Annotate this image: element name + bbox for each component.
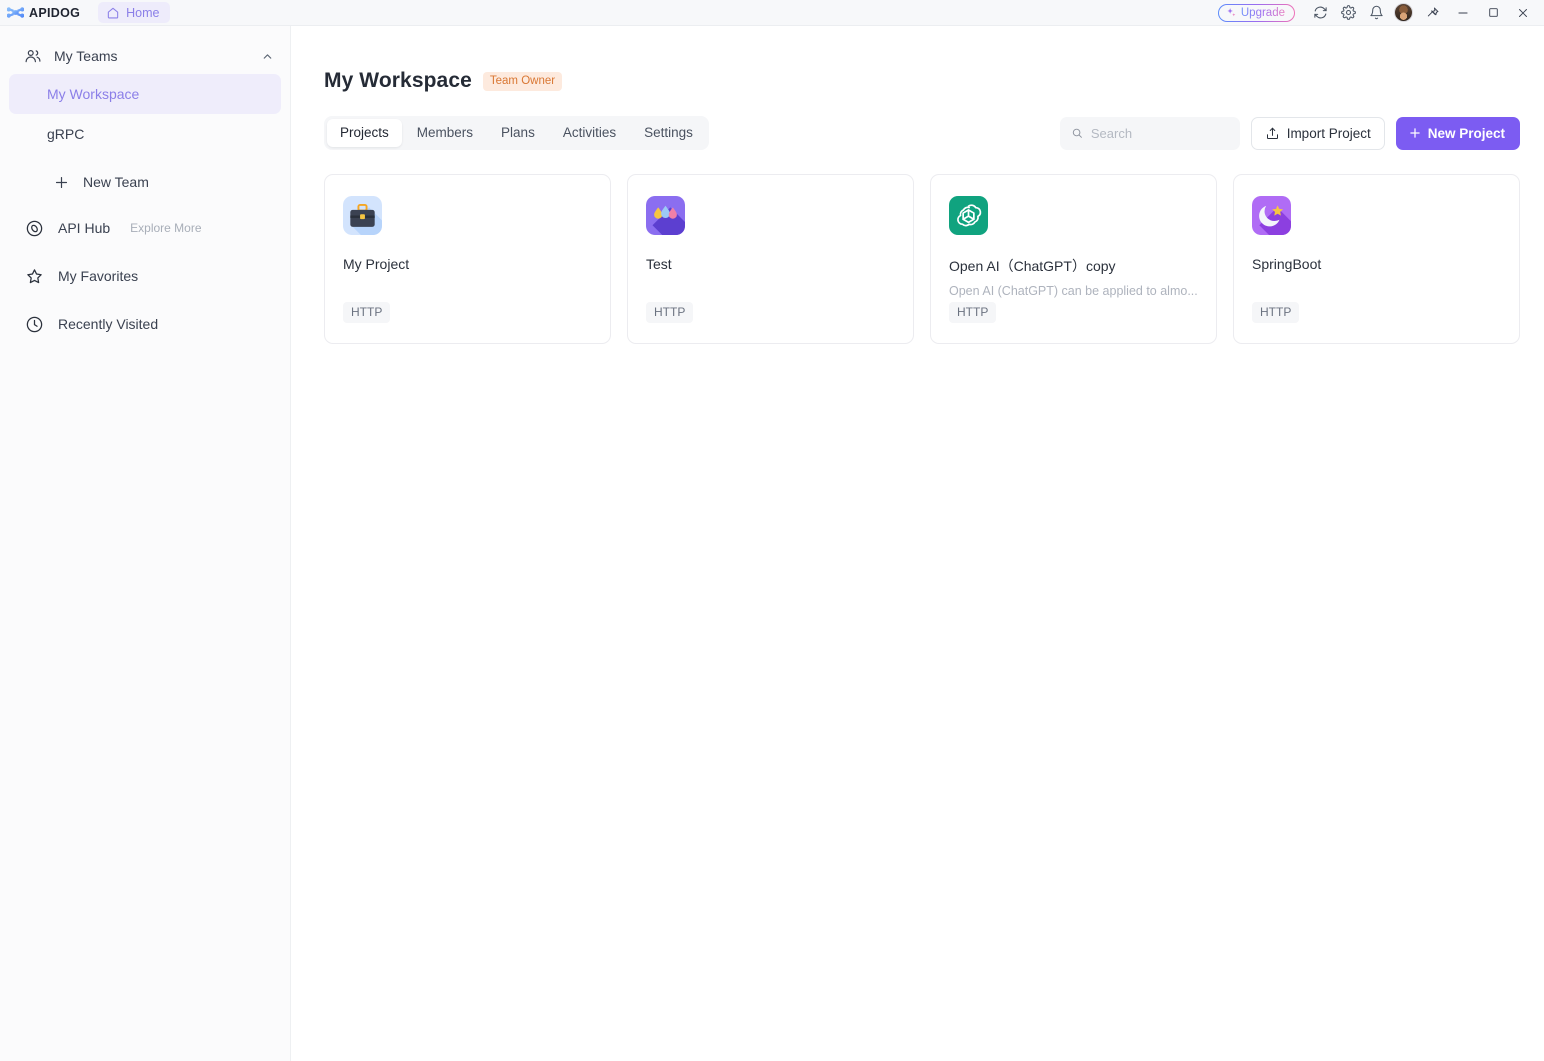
droplets-icon — [646, 196, 685, 235]
project-name: Open AI（ChatGPT）copy — [949, 258, 1116, 274]
openai-icon — [949, 196, 988, 235]
sidebar-item-label: My Favorites — [58, 268, 139, 284]
star-icon — [27, 268, 42, 283]
import-project-button[interactable]: Import Project — [1250, 116, 1385, 150]
team-icon — [25, 50, 41, 63]
app-brand: APIDOG — [0, 4, 80, 21]
status-badge: Team Owner — [482, 71, 563, 91]
gear-icon[interactable] — [1334, 0, 1362, 26]
new-project-label: New Project — [1427, 125, 1505, 141]
minimize-icon[interactable] — [1448, 0, 1478, 26]
project-card-grid: My Project HTTP Test HTTP Open AI（ChatGP… — [291, 150, 1544, 344]
titlebar-actions: Upgrade — [1218, 0, 1544, 26]
tab-projects[interactable]: Projects — [327, 119, 402, 147]
sidebar-item-label: API Hub — [58, 220, 111, 236]
page-title: My Workspace — [324, 69, 472, 92]
sidebar-item-my-favorites[interactable]: My Favorites — [9, 254, 281, 298]
plus-icon — [1410, 128, 1420, 138]
project-card[interactable]: My Project HTTP — [324, 174, 611, 344]
sidebar-item-label: My Workspace — [47, 86, 140, 102]
import-project-label: Import Project — [1286, 125, 1371, 141]
new-project-button[interactable]: New Project — [1395, 116, 1520, 150]
title-bar: APIDOG Home Upgrade — [0, 0, 1544, 26]
plus-icon — [55, 176, 68, 188]
chevron-up-icon[interactable] — [261, 50, 274, 63]
my-teams-label: My Teams — [54, 48, 118, 64]
project-protocol-tag: HTTP — [343, 302, 391, 323]
sidebar-item-grpc[interactable]: gRPC — [9, 114, 281, 154]
api-hub-explore-more[interactable]: Explore More — [130, 221, 201, 235]
tab-bar: Projects Members Plans Activities Settin… — [324, 116, 709, 150]
avatar[interactable] — [1394, 3, 1413, 22]
new-team-label: New Team — [83, 174, 149, 190]
main-content: My Workspace Team Owner Projects Members… — [291, 26, 1544, 1061]
maximize-icon[interactable] — [1478, 0, 1508, 26]
search-icon — [1072, 128, 1082, 138]
clock-icon — [26, 316, 43, 332]
close-icon[interactable] — [1508, 0, 1538, 26]
tab-members[interactable]: Members — [404, 119, 486, 147]
sparkle-icon — [1227, 8, 1236, 17]
tab-settings[interactable]: Settings — [631, 119, 706, 147]
moon-star-icon — [1252, 196, 1291, 235]
project-name: SpringBoot — [1252, 256, 1322, 272]
upgrade-button[interactable]: Upgrade — [1218, 4, 1295, 22]
upgrade-label: Upgrade — [1240, 6, 1285, 19]
toolbar: Projects Members Plans Activities Settin… — [291, 93, 1544, 150]
project-card[interactable]: Test HTTP — [627, 174, 914, 344]
tab-plans[interactable]: Plans — [488, 119, 548, 147]
brand-name: APIDOG — [29, 5, 81, 20]
sidebar-item-recently-visited[interactable]: Recently Visited — [9, 302, 281, 346]
briefcase-icon — [343, 196, 382, 235]
sidebar-item-api-hub[interactable]: API Hub Explore More — [9, 206, 281, 250]
home-icon — [107, 7, 119, 18]
sync-icon[interactable] — [1306, 0, 1334, 26]
search-box[interactable] — [1059, 116, 1240, 150]
project-protocol-tag: HTTP — [949, 302, 997, 323]
import-icon — [1266, 127, 1278, 139]
project-card[interactable]: SpringBoot HTTP — [1233, 174, 1520, 344]
toolbar-actions: Import Project New Project — [1059, 116, 1520, 150]
search-input[interactable] — [1090, 125, 1229, 141]
project-protocol-tag: HTTP — [1252, 302, 1300, 323]
project-description: Open AI (ChatGPT) can be applied to almo… — [949, 284, 1198, 298]
project-name: My Project — [343, 256, 410, 272]
sidebar-item-label: Recently Visited — [58, 316, 159, 332]
page-header: My Workspace Team Owner — [291, 26, 1544, 93]
sidebar: My Teams My Workspace gRPC New Team API … — [0, 26, 291, 1061]
tab-activities[interactable]: Activities — [550, 119, 629, 147]
new-team-button[interactable]: New Team — [9, 162, 281, 202]
project-name: Test — [646, 256, 672, 272]
compass-icon — [26, 220, 43, 236]
home-tab[interactable]: Home — [98, 2, 171, 23]
project-card[interactable]: Open AI（ChatGPT）copy Open AI (ChatGPT) c… — [930, 174, 1217, 344]
apidog-logo-icon — [7, 7, 24, 18]
bell-icon[interactable] — [1362, 0, 1390, 26]
project-protocol-tag: HTTP — [646, 302, 694, 323]
home-tab-label: Home — [126, 5, 160, 20]
sidebar-item-my-workspace[interactable]: My Workspace — [9, 74, 281, 114]
pin-icon[interactable] — [1418, 0, 1448, 26]
sidebar-item-label: gRPC — [47, 126, 85, 142]
sidebar-my-teams-header[interactable]: My Teams — [0, 38, 290, 74]
